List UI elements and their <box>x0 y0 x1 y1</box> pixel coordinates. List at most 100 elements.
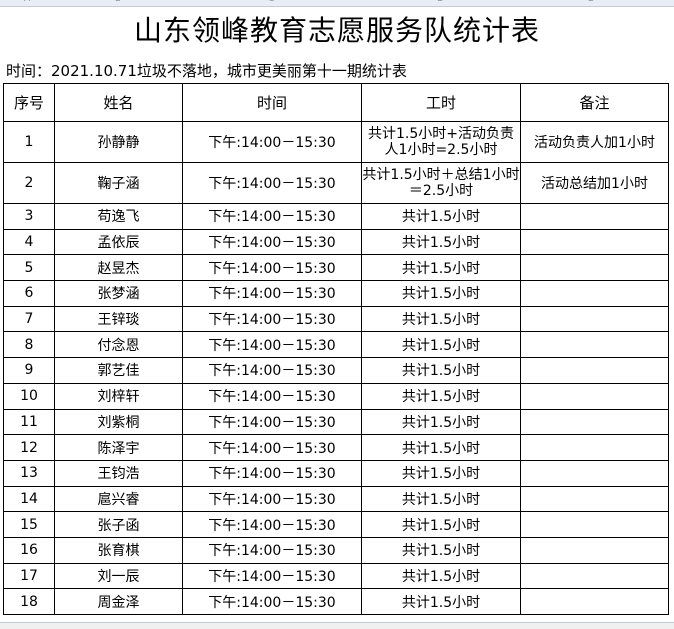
cell-name[interactable]: 王锌琰 <box>54 305 183 333</box>
cell-time[interactable]: 下午:14:00－15:30 <box>182 121 362 163</box>
cell-name[interactable]: 张育棋 <box>54 536 183 564</box>
cell-name[interactable]: 张梦涵 <box>54 280 183 307</box>
cell-hours[interactable]: 共计1.5小时 <box>361 254 521 282</box>
cell-hours[interactable]: 共计1.5小时 <box>361 280 521 307</box>
column-letter-a[interactable]: A <box>24 0 30 4</box>
cell-remark[interactable] <box>520 305 669 333</box>
cell-remark[interactable]: 活动负责人加1小时 <box>520 121 669 163</box>
cell-name[interactable]: 孟依辰 <box>54 228 183 256</box>
cell-hours[interactable]: 共计1.5小时 <box>361 331 521 359</box>
cell-name[interactable]: 周金泽 <box>54 588 183 615</box>
sheet-title[interactable]: 山东领峰教育志愿服务队统计表 <box>0 8 674 54</box>
header-cell-remark[interactable]: 备注 <box>520 83 669 122</box>
column-letter-c[interactable]: C <box>268 0 274 4</box>
cell-name[interactable]: 刘一辰 <box>54 562 183 590</box>
cell-time[interactable]: 下午:14:00－15:30 <box>182 536 362 564</box>
header-cell-no[interactable]: 序号 <box>3 83 55 122</box>
cell-name[interactable]: 苟逸飞 <box>54 203 183 230</box>
cell-hours[interactable]: 共计1.5小时＋总结1小时＝2.5小时 <box>361 162 521 204</box>
cell-hours[interactable]: 共计1.5小时 <box>361 305 521 333</box>
cell-hours[interactable]: 共计1.5小时+活动负责人1小时=2.5小时 <box>361 121 521 163</box>
cell-no[interactable]: 3 <box>3 203 55 230</box>
cell-hours[interactable]: 共计1.5小时 <box>361 562 521 590</box>
column-letter-d[interactable]: D <box>437 0 444 4</box>
cell-remark[interactable] <box>520 459 669 487</box>
cell-time[interactable]: 下午:14:00－15:30 <box>182 331 362 359</box>
cell-no[interactable]: 2 <box>3 162 55 204</box>
cell-time[interactable]: 下午:14:00－15:30 <box>182 408 362 436</box>
cell-no[interactable]: 18 <box>3 588 55 615</box>
cell-remark[interactable] <box>520 485 669 513</box>
cell-no[interactable]: 1 <box>3 121 55 163</box>
cell-name[interactable]: 张子函 <box>54 511 183 538</box>
cell-remark[interactable] <box>520 562 669 590</box>
cell-time[interactable]: 下午:14:00－15:30 <box>182 305 362 333</box>
sheet-subtitle[interactable]: 时间：2021.10.71垃圾不落地，城市更美丽第十一期统计表 <box>6 60 407 82</box>
cell-name[interactable]: 付念恩 <box>54 331 183 359</box>
header-cell-name[interactable]: 姓名 <box>54 83 183 122</box>
cell-hours[interactable]: 共计1.5小时 <box>361 588 521 615</box>
cell-name[interactable]: 刘紫桐 <box>54 408 183 436</box>
cell-remark[interactable] <box>520 203 669 230</box>
cell-time[interactable]: 下午:14:00－15:30 <box>182 434 362 461</box>
cell-hours[interactable]: 共计1.5小时 <box>361 408 521 436</box>
cell-hours[interactable]: 共计1.5小时 <box>361 511 521 538</box>
cell-remark[interactable] <box>520 536 669 564</box>
cell-time[interactable]: 下午:14:00－15:30 <box>182 203 362 230</box>
cell-name[interactable]: 扈兴睿 <box>54 485 183 513</box>
cell-no[interactable]: 5 <box>3 254 55 282</box>
cell-no[interactable]: 8 <box>3 331 55 359</box>
cell-name[interactable]: 孙静静 <box>54 121 183 163</box>
cell-time[interactable]: 下午:14:00－15:30 <box>182 459 362 487</box>
cell-no[interactable]: 17 <box>3 562 55 590</box>
cell-remark[interactable] <box>520 511 669 538</box>
cell-remark[interactable]: 活动总结加1小时 <box>520 162 669 204</box>
cell-hours[interactable]: 共计1.5小时 <box>361 203 521 230</box>
cell-name[interactable]: 赵昱杰 <box>54 254 183 282</box>
cell-time[interactable]: 下午:14:00－15:30 <box>182 485 362 513</box>
cell-time[interactable]: 下午:14:00－15:30 <box>182 228 362 256</box>
cell-name[interactable]: 陈泽宇 <box>54 434 183 461</box>
header-cell-time[interactable]: 时间 <box>182 83 362 122</box>
cell-time[interactable]: 下午:14:00－15:30 <box>182 357 362 384</box>
column-header-bar[interactable]: A B C D E <box>0 0 674 7</box>
cell-time[interactable]: 下午:14:00－15:30 <box>182 254 362 282</box>
cell-remark[interactable] <box>520 228 669 256</box>
header-cell-hours[interactable]: 工时 <box>361 83 521 122</box>
cell-time[interactable]: 下午:14:00－15:30 <box>182 280 362 307</box>
cell-no[interactable]: 11 <box>3 408 55 436</box>
cell-no[interactable]: 12 <box>3 434 55 461</box>
cell-no[interactable]: 13 <box>3 459 55 487</box>
column-letter-b[interactable]: B <box>115 0 121 4</box>
cell-remark[interactable] <box>520 357 669 384</box>
cell-no[interactable]: 16 <box>3 536 55 564</box>
column-letter-e[interactable]: E <box>588 0 594 4</box>
cell-hours[interactable]: 共计1.5小时 <box>361 382 521 410</box>
cell-name[interactable]: 刘梓轩 <box>54 382 183 410</box>
cell-hours[interactable]: 共计1.5小时 <box>361 228 521 256</box>
cell-no[interactable]: 14 <box>3 485 55 513</box>
cell-time[interactable]: 下午:14:00－15:30 <box>182 588 362 615</box>
cell-no[interactable]: 10 <box>3 382 55 410</box>
cell-name[interactable]: 郭艺佳 <box>54 357 183 384</box>
cell-remark[interactable] <box>520 331 669 359</box>
cell-hours[interactable]: 共计1.5小时 <box>361 536 521 564</box>
cell-time[interactable]: 下午:14:00－15:30 <box>182 162 362 204</box>
cell-remark[interactable] <box>520 254 669 282</box>
cell-name[interactable]: 鞠子涵 <box>54 162 183 204</box>
cell-time[interactable]: 下午:14:00－15:30 <box>182 382 362 410</box>
cell-hours[interactable]: 共计1.5小时 <box>361 459 521 487</box>
cell-no[interactable]: 4 <box>3 228 55 256</box>
cell-time[interactable]: 下午:14:00－15:30 <box>182 511 362 538</box>
cell-remark[interactable] <box>520 382 669 410</box>
cell-hours[interactable]: 共计1.5小时 <box>361 434 521 461</box>
cell-no[interactable]: 7 <box>3 305 55 333</box>
cell-remark[interactable] <box>520 280 669 307</box>
cell-time[interactable]: 下午:14:00－15:30 <box>182 562 362 590</box>
cell-remark[interactable] <box>520 408 669 436</box>
cell-remark[interactable] <box>520 588 669 615</box>
cell-no[interactable]: 6 <box>3 280 55 307</box>
cell-name[interactable]: 王钧浩 <box>54 459 183 487</box>
cell-no[interactable]: 9 <box>3 357 55 384</box>
cell-hours[interactable]: 共计1.5小时 <box>361 357 521 384</box>
